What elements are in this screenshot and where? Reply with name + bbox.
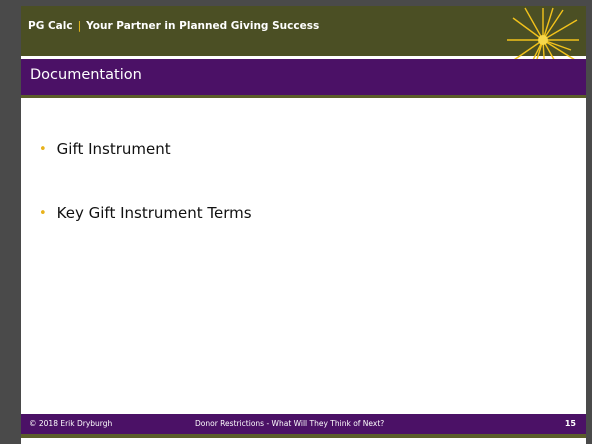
bullet-list: • Gift Instrument • Key Gift Instrument Te… <box>21 98 586 414</box>
frame-left <box>0 0 21 444</box>
slide: PG Calc | Your Partner in Planned Giving S… <box>0 0 592 444</box>
bullet-item: • Gift Instrument <box>39 140 171 158</box>
slide-title: Documentation <box>30 67 142 83</box>
brand-name: PG Calc <box>28 20 73 32</box>
footer-bar: © 2018 Erik Dryburgh Donor Restrictions … <box>21 414 586 434</box>
page-number: 15 <box>564 419 576 428</box>
brand-line: PG Calc | Your Partner in Planned Giving S… <box>28 20 319 32</box>
bullet-dot-icon: • <box>39 206 47 221</box>
brand-separator: | <box>77 20 82 32</box>
footer-underline <box>21 434 586 438</box>
bullet-text: Gift Instrument <box>56 140 171 158</box>
frame-right <box>586 0 592 444</box>
footer-copyright: © 2018 Erik Dryburgh <box>29 419 113 428</box>
bullet-text: Key Gift Instrument Terms <box>56 204 252 222</box>
brand-tagline: Your Partner in Planned Giving Success <box>86 20 320 32</box>
bullet-dot-icon: • <box>39 142 47 157</box>
bullet-item: • Key Gift Instrument Terms <box>39 204 252 222</box>
footer-presentation-title: Donor Restrictions - What Will They Thin… <box>195 419 385 428</box>
